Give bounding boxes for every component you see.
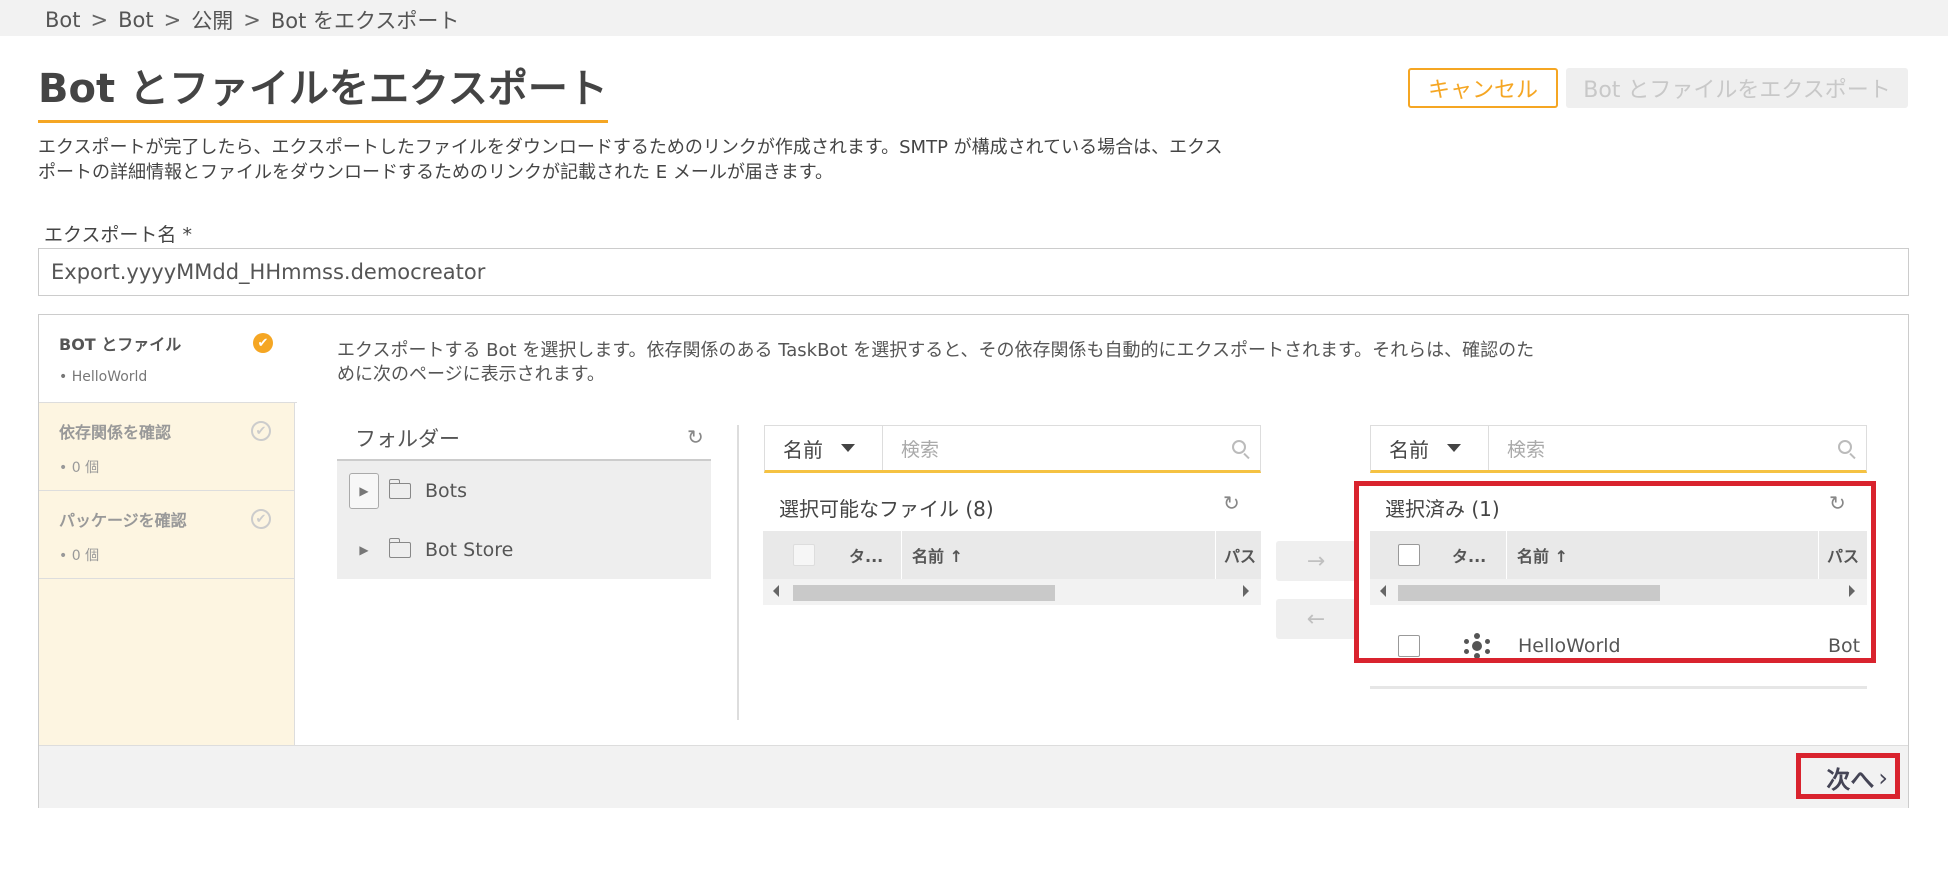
breadcrumb: Bot > Bot > 公開 > Bot をエクスポート [0,0,1948,36]
breadcrumb-separator: > [163,8,182,32]
wizard-step-package[interactable]: パッケージを確認 • 0 個 ✔ [39,491,295,579]
next-button-label: 次へ [1826,766,1875,794]
available-table-header: タ... 名前 ↑ パス [763,531,1261,579]
export-button[interactable]: Bot とファイルをエクスポート [1566,68,1908,108]
wizard-footer: 次へ › [39,745,1908,808]
folder-icon [388,478,411,499]
caret-down-icon [1447,444,1461,452]
page-title: Bot とファイルをエクスポート [38,56,608,123]
chevron-right-icon: › [1878,763,1888,792]
folder-label: Bots [425,479,468,502]
next-button[interactable]: 次へ › [1826,760,1888,795]
column-type[interactable]: タ... [845,543,901,567]
check-circle-outline-icon: ✔ [251,509,271,529]
selected-search-field-select[interactable]: 名前 [1371,426,1489,470]
check-circle-icon: ✔ [253,333,273,353]
select-all-checkbox[interactable] [793,544,815,566]
move-right-button[interactable]: → [1276,541,1356,581]
search-placeholder: 検索 [1507,438,1546,461]
refresh-icon[interactable]: ↻ [687,425,704,449]
search-icon [1232,440,1246,454]
selected-search-input[interactable]: 検索 [1489,426,1866,470]
folder-tree-item[interactable]: ▶ Bot Store [337,520,711,579]
folder-label: Bot Store [425,538,514,561]
folder-tree-item[interactable]: ▶ Bots [337,461,711,520]
available-search-field-select[interactable]: 名前 [765,426,883,470]
available-horizontal-scrollbar[interactable] [763,579,1261,605]
breadcrumb-item-bot[interactable]: Bot [45,8,81,32]
available-search-input[interactable]: 検索 [883,426,1260,470]
expand-arrow-icon[interactable]: ▶ [349,532,379,568]
available-files-title: 選択可能なファイル (8) [779,497,994,521]
search-field-label: 名前 [783,437,823,462]
folder-panel-title: フォルダー [355,427,460,451]
active-step-pointer [295,345,307,369]
available-search-bar: 名前 検索 [764,425,1261,473]
move-left-button[interactable]: ← [1276,599,1356,639]
panel-divider [737,425,739,720]
wizard-step-sub: • 0 個 [59,460,100,476]
refresh-icon[interactable]: ↻ [1223,491,1240,515]
column-name[interactable]: 名前 ↑ [901,531,1215,579]
folder-panel-header: フォルダー [337,417,711,461]
step-description-line-2: めに次のページに表示されます。 [337,364,605,385]
breadcrumb-separator: > [90,8,109,32]
wizard-step-bots-files[interactable]: BOT とファイル • HelloWorld ✔ [39,315,297,403]
highlight-box [1354,481,1876,663]
wizard-step-sub: • HelloWorld [59,369,148,385]
scroll-thumb[interactable] [793,585,1055,601]
search-icon [1838,440,1852,454]
page-description-line-1: エクスポートが完了したら、エクスポートしたファイルをダウンロードするためのリンク… [38,137,1223,158]
check-circle-outline-icon: ✔ [251,421,271,441]
export-name-input[interactable] [38,248,1909,296]
export-wizard: BOT とファイル • HelloWorld ✔ 依存関係を確認 • 0 個 ✔… [38,314,1909,808]
folder-icon [388,537,411,558]
breadcrumb-item-bot-2[interactable]: Bot [118,8,154,32]
export-name-label: エクスポート名 * [44,224,192,246]
search-placeholder: 検索 [901,438,940,461]
scroll-right-icon[interactable] [1243,585,1249,597]
selected-search-bar: 名前 検索 [1370,425,1867,473]
breadcrumb-separator: > [243,8,261,32]
step-description: エクスポートする Bot を選択します。依存関係のある TaskBot を選択す… [337,339,1617,387]
folder-tree: ▶ Bots ▶ Bot Store [337,461,711,579]
column-path[interactable]: パス [1215,531,1256,579]
expand-arrow-icon[interactable]: ▶ [349,472,379,509]
scroll-left-icon[interactable] [773,585,779,597]
search-field-label: 名前 [1389,437,1429,462]
folder-panel: フォルダー ↻ ▶ Bots ▶ Bot Store [337,417,711,579]
page-description: エクスポートが完了したら、エクスポートしたファイルをダウンロードするためのリンク… [38,135,1298,185]
page-description-line-2: ポートの詳細情報とファイルをダウンロードするためのリンクが記載された E メール… [38,162,834,183]
cancel-button[interactable]: キャンセル [1408,68,1558,108]
step-description-line-1: エクスポートする Bot を選択します。依存関係のある TaskBot を選択す… [337,340,1535,361]
wizard-steps-sidebar: BOT とファイル • HelloWorld ✔ 依存関係を確認 • 0 個 ✔… [39,315,307,745]
caret-down-icon [841,444,855,452]
wizard-step-sub: • 0 個 [59,548,100,564]
breadcrumb-item-public[interactable]: 公開 [191,5,233,35]
wizard-step-dependencies[interactable]: 依存関係を確認 • 0 個 ✔ [39,403,295,491]
breadcrumb-item-current: Bot をエクスポート [270,9,460,33]
